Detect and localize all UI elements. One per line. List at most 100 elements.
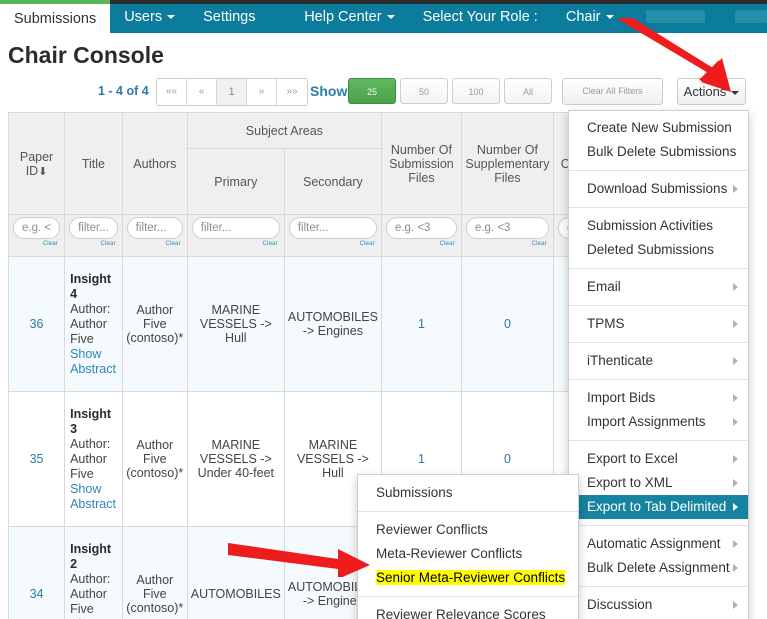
show-abstract-link[interactable]: Show Abstract: [70, 482, 116, 511]
pager-first-button[interactable]: ««: [157, 79, 187, 105]
menu-item-bulk-delete-assignment[interactable]: Bulk Delete Assignment: [569, 556, 748, 580]
menu-item-download-submissions[interactable]: Download Submissions: [569, 177, 748, 201]
cell-paper-id[interactable]: 34: [7, 526, 66, 619]
col-header-primary[interactable]: Primary: [186, 148, 285, 215]
filter-cell-paper-id: e.g. < Clear: [7, 214, 66, 257]
nav-item-users[interactable]: Users: [110, 0, 189, 33]
pager-page-1-button[interactable]: 1: [217, 79, 247, 105]
export-tab-delimited-submenu: Submissions Reviewer Conflicts Meta-Revi…: [357, 474, 579, 619]
filter-input-secondary[interactable]: filter...: [288, 217, 377, 239]
pagination-control[interactable]: «« « 1 » »»: [156, 78, 308, 106]
menu-separator: [569, 207, 748, 208]
page-size-100-button[interactable]: 100: [452, 78, 500, 104]
submenu-item-submissions[interactable]: Submissions: [358, 481, 578, 505]
nav-item-submissions[interactable]: Submissions: [0, 0, 111, 33]
menu-item-discussion[interactable]: Discussion: [569, 593, 748, 617]
menu-item-ithenticate[interactable]: iThenticate: [569, 349, 748, 373]
submenu-item-senior-meta-reviewer-conflicts[interactable]: Senior Meta-Reviewer Conflicts: [358, 566, 578, 590]
col-header-secondary[interactable]: Secondary: [283, 148, 382, 215]
clear-filter-authors[interactable]: Clear: [127, 241, 183, 247]
author-label: Author:: [70, 571, 111, 586]
menu-item-submission-activities[interactable]: Submission Activities: [569, 214, 748, 238]
clear-filter-title[interactable]: Clear: [69, 241, 118, 247]
menu-item-automatic-assignment[interactable]: Automatic Assignment: [569, 532, 748, 556]
menu-item-label: Bulk Delete Submissions: [587, 144, 737, 159]
actions-button[interactable]: Actions: [677, 78, 746, 105]
cell-supplementary-files[interactable]: 0: [460, 256, 554, 392]
cell-authors: Author Five (contoso)*: [121, 526, 188, 619]
page-size-all-button[interactable]: All: [504, 78, 552, 104]
cell-submission-files[interactable]: 1: [380, 256, 462, 392]
page-title: Chair Console: [8, 42, 164, 68]
filter-input-submission-files[interactable]: e.g. <3: [385, 217, 457, 239]
clear-filter-submission-files[interactable]: Clear: [386, 241, 457, 247]
cell-title: Insight 3 Author: Author Five Show Abstr…: [64, 391, 123, 527]
filter-input-primary[interactable]: filter...: [191, 217, 280, 239]
author-name-line2: Five: [70, 601, 94, 616]
col-header-subject-areas: Subject Areas: [186, 112, 382, 149]
col-header-number-of-submission-files[interactable]: Number Of Submission Files: [380, 112, 462, 215]
menu-item-create-new-submission[interactable]: Create New Submission: [569, 116, 748, 140]
submenu-item-meta-reviewer-conflicts[interactable]: Meta-Reviewer Conflicts: [358, 542, 578, 566]
clear-all-filters-button[interactable]: Clear All Filters: [562, 78, 663, 105]
chevron-right-icon: [733, 479, 738, 487]
filter-cell-primary: filter... Clear: [186, 214, 285, 257]
filter-cell-submission-files: e.g. <3 Clear: [380, 214, 462, 257]
col-header-authors[interactable]: Authors: [121, 112, 188, 215]
nav-item-label: Submissions: [14, 10, 97, 27]
menu-item-label: Submission Activities: [587, 218, 714, 233]
menu-item-tpms[interactable]: TPMS: [569, 312, 748, 336]
submission-title[interactable]: Insight 3: [70, 407, 111, 436]
pager-prev-button[interactable]: «: [187, 79, 217, 105]
submenu-item-reviewer-conflicts[interactable]: Reviewer Conflicts: [358, 518, 578, 542]
col-header-number-of-supplementary-files[interactable]: Number Of Supplementary Files: [460, 112, 554, 215]
sort-descending-icon: ⬇: [38, 165, 48, 178]
author-name-line1: Author: [70, 316, 107, 331]
page-size-50-button[interactable]: 50: [400, 78, 448, 104]
menu-separator: [569, 342, 748, 343]
col-header-title[interactable]: Title: [64, 112, 123, 215]
cell-primary-subject-area: AUTOMOBILES: [186, 526, 285, 619]
clear-filter-supplementary-files[interactable]: Clear: [466, 241, 549, 247]
table-toolbar: 1 - 4 of 4 «« « 1 » »» Show: 25 50 100 A…: [0, 78, 767, 108]
menu-item-import-bids[interactable]: Import Bids: [569, 386, 748, 410]
menu-item-label: TPMS: [587, 316, 625, 331]
menu-item-import-assignments[interactable]: Import Assignments: [569, 410, 748, 434]
menu-item-label: Bulk Delete Assignment: [587, 560, 730, 575]
menu-item-email[interactable]: Email: [569, 275, 748, 299]
pager-next-button[interactable]: »: [247, 79, 277, 105]
nav-item-role-chair[interactable]: Chair: [552, 0, 628, 33]
top-navbar: Submissions Users Settings Help Center S…: [0, 0, 767, 33]
result-range-label: 1 - 4 of 4: [98, 84, 149, 98]
filter-input-supplementary-files[interactable]: e.g. <3: [465, 217, 549, 239]
filter-input-authors[interactable]: filter...: [126, 217, 183, 239]
nav-item-help-center[interactable]: Help Center: [290, 0, 408, 33]
submission-title[interactable]: Insight 4: [70, 272, 111, 301]
chevron-right-icon: [733, 418, 738, 426]
menu-item-label: Import Bids: [587, 390, 656, 405]
chevron-right-icon: [733, 320, 738, 328]
submenu-item-reviewer-relevance-scores[interactable]: Reviewer Relevance Scores: [358, 603, 578, 619]
cell-paper-id[interactable]: 36: [7, 256, 66, 392]
filter-input-title[interactable]: filter...: [69, 217, 118, 239]
clear-filter-secondary[interactable]: Clear: [289, 241, 377, 247]
col-header-paper-id[interactable]: Paper ID⬇: [7, 112, 66, 215]
menu-item-label: Automatic Assignment: [587, 536, 721, 551]
nav-item-label: Select Your Role :: [422, 8, 538, 25]
menu-item-bulk-delete-submissions[interactable]: Bulk Delete Submissions: [569, 140, 748, 164]
submenu-item-label: Meta-Reviewer Conflicts: [376, 546, 523, 561]
filter-input-paper-id[interactable]: e.g. <: [13, 217, 61, 239]
pager-last-button[interactable]: »»: [277, 79, 307, 105]
nav-item-settings[interactable]: Settings: [189, 0, 269, 33]
menu-item-export-to-excel[interactable]: Export to Excel: [569, 447, 748, 471]
page-size-25-button[interactable]: 25: [348, 78, 396, 104]
submission-title[interactable]: Insight 2: [70, 542, 111, 571]
author-label: Author:: [70, 436, 111, 451]
show-abstract-link[interactable]: Show Abstract: [70, 347, 116, 376]
menu-item-deleted-submissions[interactable]: Deleted Submissions: [569, 238, 748, 262]
menu-item-export-to-tab-delimited[interactable]: Export to Tab Delimited: [569, 495, 748, 519]
clear-filter-primary[interactable]: Clear: [192, 241, 280, 247]
cell-paper-id[interactable]: 35: [7, 391, 66, 527]
menu-item-export-to-xml[interactable]: Export to XML: [569, 471, 748, 495]
clear-filter-paper-id[interactable]: Clear: [13, 241, 60, 247]
